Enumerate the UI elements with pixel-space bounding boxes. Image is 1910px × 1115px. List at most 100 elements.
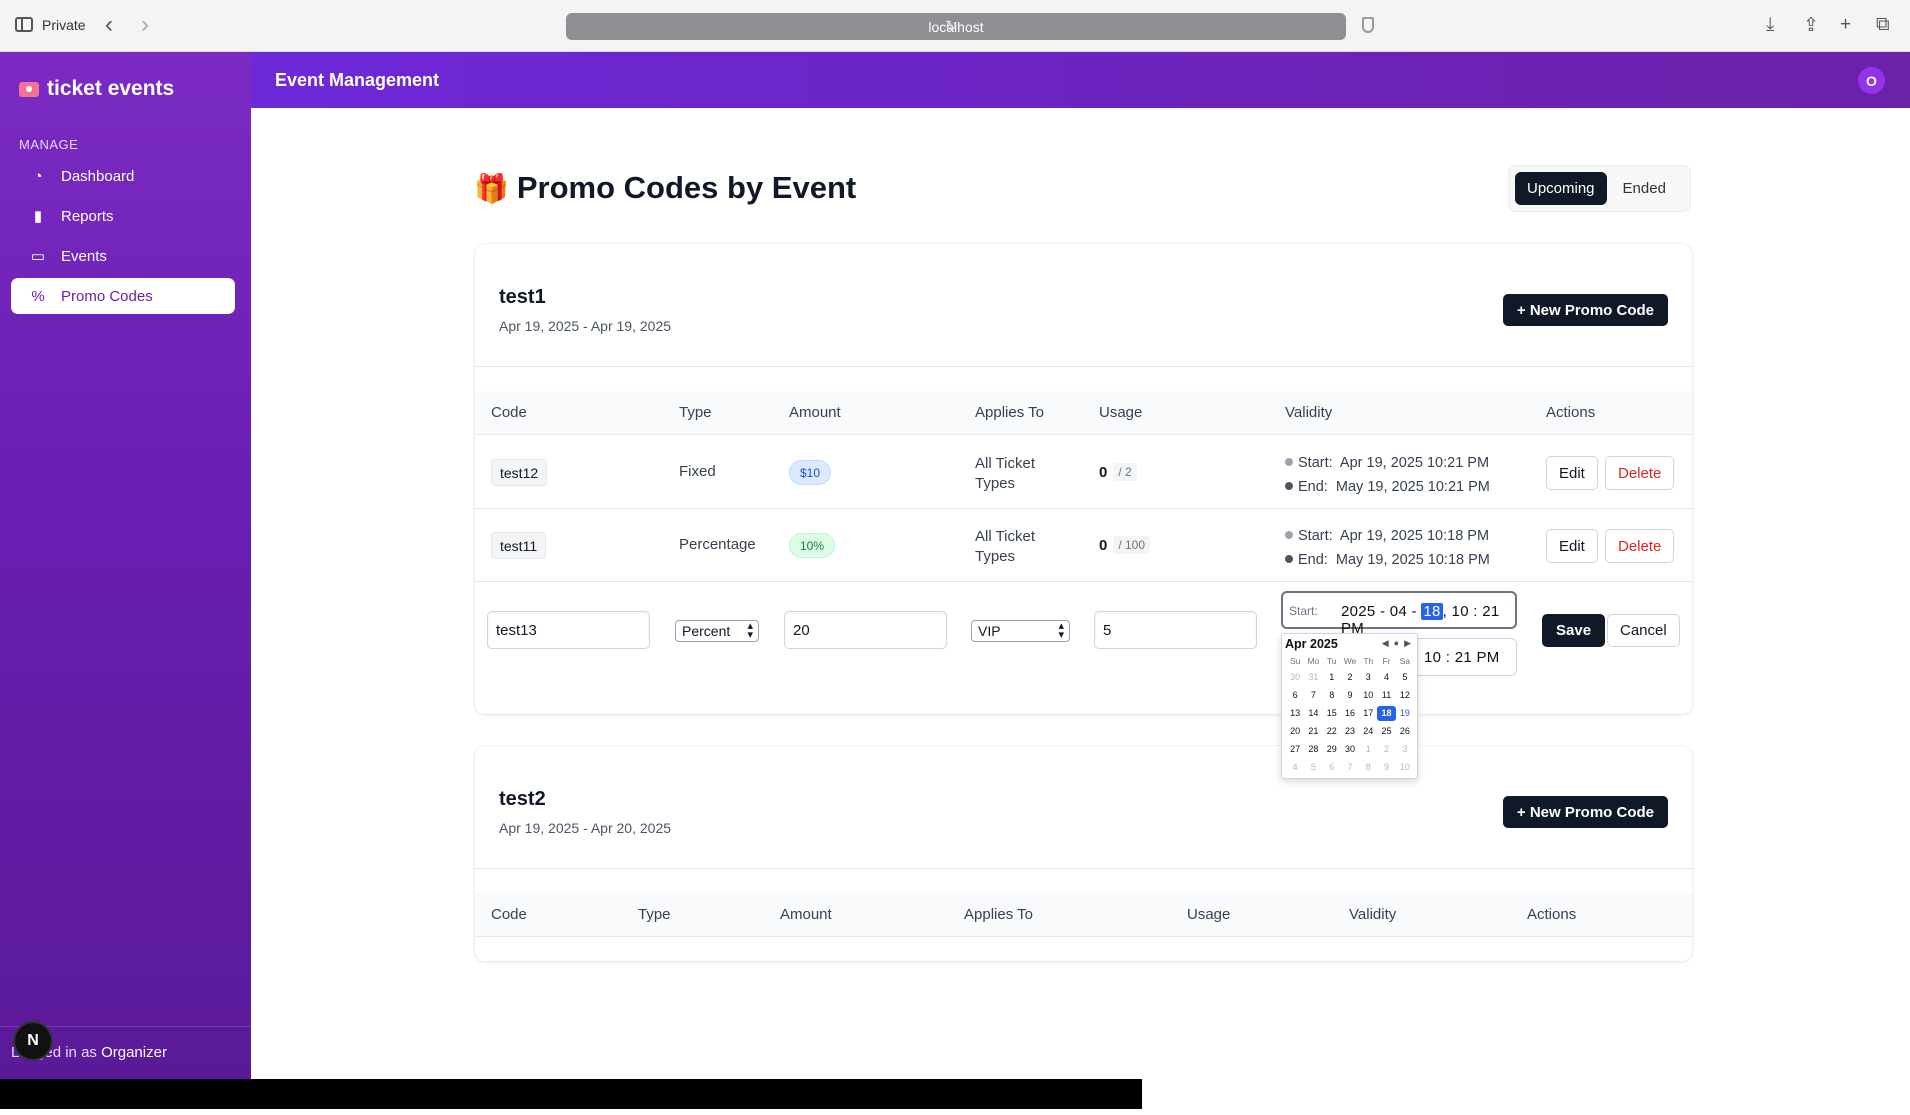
new-tab-icon[interactable]: + — [1840, 14, 1851, 36]
calendar-day[interactable]: 7 — [1304, 688, 1322, 703]
calendar-day[interactable]: 22 — [1323, 724, 1341, 739]
prev-month-icon[interactable]: ◀ — [1382, 638, 1389, 649]
validity: Start: Apr 19, 2025 10:21 PM End: May 19… — [1285, 451, 1490, 499]
usage-max: / 100 — [1113, 536, 1151, 554]
calendar-day[interactable]: 19 — [1396, 706, 1414, 721]
sidebar-item-reports[interactable]: ▮ Reports — [11, 198, 235, 234]
address-bar[interactable]: localhost ↻ — [566, 13, 1346, 40]
calendar-day[interactable]: 5 — [1304, 760, 1322, 775]
calendar-day[interactable]: 27 — [1286, 742, 1304, 757]
calendar-day[interactable]: 2 — [1341, 670, 1359, 685]
calendar-day[interactable]: 4 — [1377, 670, 1395, 685]
calendar-day[interactable]: 10 — [1359, 688, 1377, 703]
usage-used: 0 — [1099, 536, 1108, 554]
start-day-segment[interactable]: 18 — [1421, 603, 1443, 620]
calendar-day[interactable]: 14 — [1304, 706, 1322, 721]
calendar-day[interactable]: 29 — [1323, 742, 1341, 757]
back-icon[interactable]: ‹ — [105, 11, 113, 39]
calendar-day[interactable]: 8 — [1359, 760, 1377, 775]
tab-ended[interactable]: Ended — [1611, 172, 1678, 205]
tabs-overview-icon[interactable]: ⧉ — [1876, 14, 1890, 36]
calendar-day[interactable]: 6 — [1323, 760, 1341, 775]
new-promo-code-button[interactable]: + New Promo Code — [1502, 796, 1668, 828]
calendar-day[interactable]: 3 — [1359, 670, 1377, 685]
calendar-day[interactable]: 16 — [1341, 706, 1359, 721]
calendar-day[interactable]: 9 — [1377, 760, 1395, 775]
type-select[interactable]: Percent ▴ ▾ — [675, 620, 759, 642]
sidebar-item-events[interactable]: ▭ Events — [11, 238, 235, 274]
calendar-day[interactable]: 11 — [1377, 688, 1395, 703]
start-dot-icon — [1285, 531, 1293, 539]
tab-upcoming[interactable]: Upcoming — [1515, 172, 1607, 205]
calendar-day[interactable]: 20 — [1286, 724, 1304, 739]
shield-icon[interactable] — [1362, 17, 1374, 33]
usage-max: / 2 — [1113, 463, 1137, 481]
reload-icon[interactable]: ↻ — [566, 17, 1336, 35]
calendar-day[interactable]: 1 — [1359, 742, 1377, 757]
calendar-day[interactable]: 4 — [1286, 760, 1304, 775]
promo-code: test11 — [491, 532, 547, 559]
next-month-icon[interactable]: ▶ — [1404, 638, 1411, 649]
calendar-day[interactable]: 12 — [1396, 688, 1414, 703]
calendar-day[interactable]: 9 — [1341, 688, 1359, 703]
calendar-day[interactable]: 18 — [1377, 706, 1396, 721]
logged-role: Organizer — [101, 1044, 167, 1061]
code-input[interactable]: test13 — [487, 611, 650, 649]
calendar-day[interactable]: 6 — [1286, 688, 1304, 703]
calendar-day[interactable]: 10 — [1396, 760, 1414, 775]
today-dot-icon[interactable]: ● — [1394, 638, 1399, 649]
new-promo-code-button[interactable]: + New Promo Code — [1502, 294, 1668, 326]
end-label: End: — [1298, 479, 1328, 495]
column-header: Amount — [789, 404, 841, 421]
applies-to-select[interactable]: VIP ▴ ▾ — [971, 620, 1070, 642]
start-datetime-input[interactable]: Start: 2025 - 04 - 18, 10 : 21 PM — [1281, 591, 1517, 637]
calendar-day[interactable]: 23 — [1341, 724, 1359, 739]
weekday-label: Fr — [1382, 656, 1391, 666]
save-button[interactable]: Save — [1542, 614, 1606, 647]
forward-icon[interactable]: › — [141, 11, 149, 39]
share-icon[interactable]: ⇪ — [1803, 14, 1819, 37]
amount-input[interactable]: 20 — [784, 611, 947, 649]
edit-button[interactable]: Edit — [1546, 456, 1598, 490]
edit-button[interactable]: Edit — [1546, 529, 1598, 563]
calendar-day[interactable]: 17 — [1359, 706, 1377, 721]
sidebar-item-dashboard[interactable]: ◔ Dashboard — [11, 158, 235, 194]
calendar-day[interactable]: 30 — [1286, 670, 1304, 685]
calendar-day[interactable]: 31 — [1304, 670, 1322, 685]
type-select-value: Percent — [682, 623, 731, 639]
usage-limit-input[interactable]: 5 — [1094, 611, 1257, 649]
calendar-day[interactable]: 30 — [1341, 742, 1359, 757]
calendar-day[interactable]: 26 — [1396, 724, 1414, 739]
calendar-day[interactable]: 3 — [1396, 742, 1414, 757]
calendar-day[interactable]: 15 — [1323, 706, 1341, 721]
delete-button[interactable]: Delete — [1605, 456, 1675, 490]
table-row: test12 Fixed $10 All Ticket Types 0 / 2 … — [475, 436, 1692, 509]
calendar-day[interactable]: 7 — [1341, 760, 1359, 775]
sidebar-item-promo-codes[interactable]: % Promo Codes — [11, 278, 235, 314]
brand[interactable]: ticket events — [19, 77, 174, 101]
calendar-day[interactable]: 2 — [1377, 742, 1395, 757]
sidebar-toggle-icon[interactable] — [15, 17, 33, 32]
avatar[interactable]: O — [1858, 67, 1885, 94]
calendar-day[interactable]: 5 — [1396, 670, 1414, 685]
delete-button[interactable]: Delete — [1605, 529, 1675, 563]
start-dot-icon — [1285, 458, 1293, 466]
brand-name: ticket events — [47, 77, 175, 100]
weekday-label: Mo — [1307, 656, 1320, 666]
sidebar: ticket events MANAGE ◔ Dashboard ▮ Repor… — [0, 52, 251, 1079]
calendar-day[interactable]: 24 — [1359, 724, 1377, 739]
calendar-day[interactable]: 25 — [1377, 724, 1395, 739]
calendar-day[interactable]: 8 — [1323, 688, 1341, 703]
download-icon[interactable]: ⤓ — [1766, 14, 1774, 36]
dev-tools-badge[interactable]: N — [15, 1023, 51, 1059]
table-row: test11 Percentage 10% All Ticket Types 0… — [475, 509, 1692, 582]
event-dates: Apr 19, 2025 - Apr 20, 2025 — [499, 820, 672, 836]
promo-code: test12 — [491, 459, 548, 486]
calendar-day[interactable]: 21 — [1304, 724, 1322, 739]
calendar-day[interactable]: 1 — [1323, 670, 1341, 685]
start-datetime-value: 2025 - 04 - 18, 10 : 21 PM — [1341, 603, 1515, 637]
calendar-day[interactable]: 13 — [1286, 706, 1304, 721]
event-filter-toggle: Upcoming Ended — [1508, 165, 1691, 212]
cancel-button[interactable]: Cancel — [1607, 614, 1680, 647]
calendar-day[interactable]: 28 — [1304, 742, 1322, 757]
